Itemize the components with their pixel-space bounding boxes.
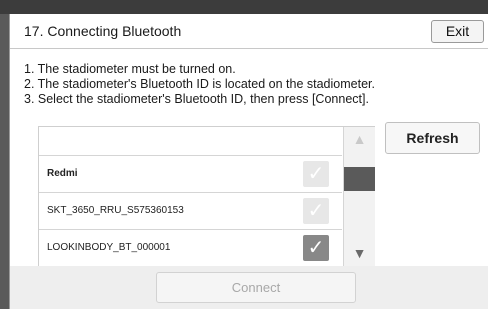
instruction-line: 1. The stadiometer must be turned on.: [24, 62, 236, 76]
device-name: Redmi: [47, 168, 78, 179]
chevron-down-icon[interactable]: ▼: [344, 241, 375, 265]
title-bar: 17. Connecting Bluetooth Exit: [10, 14, 488, 49]
device-row-empty[interactable]: [39, 127, 342, 156]
device-list: Redmi ✓ SKT_3650_RRU_S575360153 ✓ LOOKIN…: [38, 126, 375, 268]
scrollbar[interactable]: ▲ ▼: [343, 127, 375, 267]
device-name: LOOKINBODY_BT_000001: [47, 242, 171, 253]
instruction-line: 3. Select the stadiometer's Bluetooth ID…: [24, 92, 369, 106]
dialog-title: 17. Connecting Bluetooth: [24, 23, 182, 39]
chevron-up-icon[interactable]: ▲: [344, 127, 375, 151]
check-icon[interactable]: ✓: [303, 235, 329, 261]
exit-button[interactable]: Exit: [431, 20, 484, 43]
check-icon[interactable]: ✓: [303, 161, 329, 187]
window-frame: [0, 0, 488, 14]
check-icon[interactable]: ✓: [303, 198, 329, 224]
device-name: SKT_3650_RRU_S575360153: [47, 205, 184, 216]
device-row[interactable]: SKT_3650_RRU_S575360153 ✓: [39, 193, 342, 230]
scrollbar-thumb[interactable]: [344, 167, 375, 191]
instruction-line: 2. The stadiometer's Bluetooth ID is loc…: [24, 77, 375, 91]
device-row[interactable]: Redmi ✓: [39, 156, 342, 193]
connect-button[interactable]: Connect: [156, 272, 356, 303]
refresh-button[interactable]: Refresh: [385, 122, 480, 154]
bluetooth-dialog: 17. Connecting Bluetooth Exit 1. The sta…: [9, 14, 488, 309]
footer-bar: Connect: [10, 266, 488, 309]
device-row-selected[interactable]: LOOKINBODY_BT_000001 ✓: [39, 230, 342, 266]
instructions: 1. The stadiometer must be turned on. 2.…: [24, 62, 375, 107]
